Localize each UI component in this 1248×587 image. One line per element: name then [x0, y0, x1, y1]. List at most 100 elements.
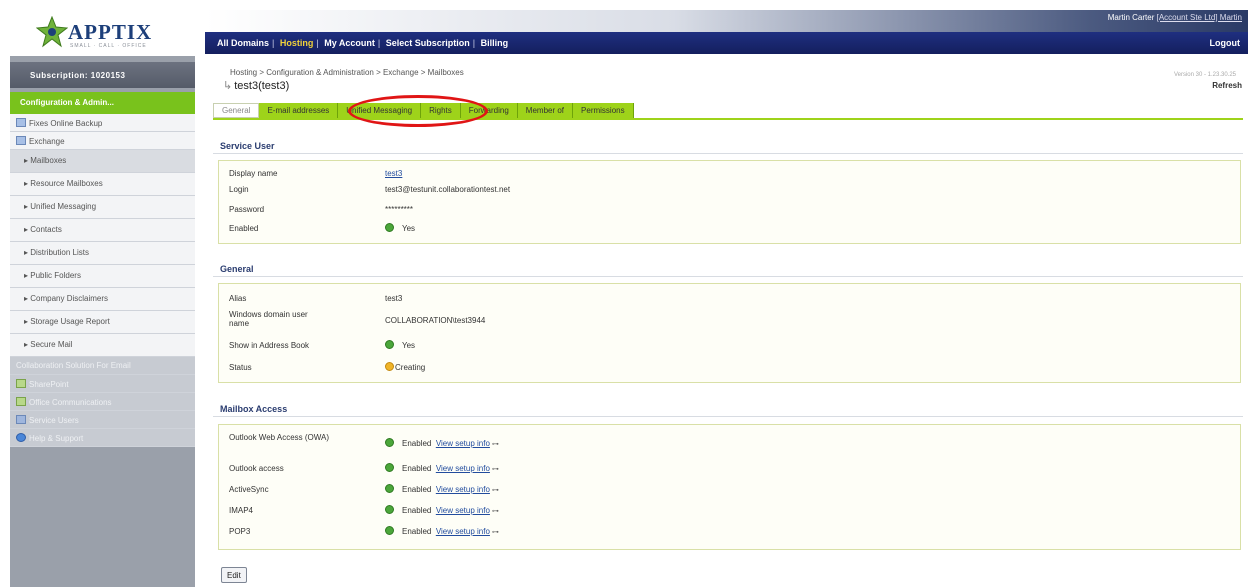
version-label: Version 30 - 1.23.30.25 — [1173, 72, 1236, 78]
subscription-header[interactable]: Subscription: 1020153 — [10, 62, 195, 88]
sidebar-item-storage-usage-report[interactable]: ▸ Storage Usage Report — [10, 311, 195, 334]
brand-tagline: SMALL · CALL · OFFICE — [70, 43, 147, 49]
key-icon: ⊶ — [491, 508, 499, 515]
password-label: Password — [229, 205, 265, 214]
check-circle-icon — [385, 223, 394, 232]
enabled-value: Yes — [385, 223, 415, 233]
enabled-text: Enabled — [402, 485, 432, 494]
sidebar-item-exchange[interactable]: Exchange — [10, 132, 195, 150]
page-title-text: test3(test3) — [234, 80, 290, 92]
clock-icon — [385, 362, 394, 371]
user-info: Martin Carter [Account Ste Ltd] Martin — [1108, 13, 1242, 22]
sharepoint-icon — [16, 379, 26, 388]
sidebar-item-help-support[interactable]: Help & Support — [10, 429, 195, 447]
breadcrumb[interactable]: Hosting > Configuration & Administration… — [230, 68, 464, 77]
section-divider — [213, 276, 1243, 277]
access-label: IMAP4 — [229, 506, 254, 515]
tab-permissions[interactable]: Permissions — [573, 103, 634, 118]
user-name: Martin Carter — [1107, 13, 1155, 22]
backup-icon — [16, 118, 26, 127]
service-user-panel: Display name test3 Login test3@testunit.… — [218, 160, 1241, 244]
enabled-text: Enabled — [402, 527, 432, 536]
sidebar-item-label: Storage Usage Report — [30, 317, 110, 326]
sidebar-item-distribution-lists[interactable]: ▸ Distribution Lists — [10, 242, 195, 265]
sidebar-item-service-users[interactable]: Service Users — [10, 411, 195, 429]
top-navigation: All Domains | Hosting | My Account | Select… — [205, 32, 1248, 54]
access-value: Enabled View setup info ⊶ — [385, 438, 499, 448]
help-icon — [16, 433, 26, 442]
nav-hosting[interactable]: Hosting — [280, 38, 314, 48]
view-setup-info-link[interactable]: View setup info — [436, 439, 490, 448]
account-link[interactable]: [Account Ste Ltd] Martin — [1157, 13, 1242, 22]
enabled-text: Yes — [402, 224, 416, 233]
sidebar-item-label: Help & Support — [29, 434, 84, 443]
access-value: Enabled View setup info ⊶ — [385, 484, 499, 494]
section-title-general: General — [220, 264, 254, 274]
view-setup-info-link[interactable]: View setup info — [436, 527, 490, 536]
users-icon — [16, 415, 26, 424]
access-value: Enabled View setup info ⊶ — [385, 463, 499, 473]
check-circle-icon — [385, 526, 394, 535]
display-name-link[interactable]: test3 — [385, 169, 402, 178]
sidebar-item-label: Contacts — [30, 225, 62, 234]
refresh-link[interactable]: Refresh — [1212, 81, 1242, 90]
star-logo-icon — [36, 16, 68, 48]
nav-billing[interactable]: Billing — [481, 38, 509, 48]
login-value: test3@testunit.collaborationtest.net — [385, 185, 511, 194]
tab-email-addresses[interactable]: E-mail addresses — [259, 103, 339, 118]
sidebar-item-contacts[interactable]: ▸ Contacts — [10, 219, 195, 242]
sidebar-item-sharepoint[interactable]: SharePoint — [10, 375, 195, 393]
sidebar-item-label: Company Disclaimers — [30, 294, 109, 303]
sidebar-item-public-folders[interactable]: ▸ Public Folders — [10, 265, 195, 288]
sidebar-item-label: Mailboxes — [30, 156, 67, 165]
sidebar-item-collaboration[interactable]: Collaboration Solution For Email — [10, 357, 195, 375]
sidebar: Subscription: 1020153 Configuration & Ad… — [10, 56, 195, 587]
title-arrow-icon: ↳ — [223, 80, 233, 92]
sidebar-item-label: Distribution Lists — [30, 248, 89, 257]
sidebar-config-admin[interactable]: Configuration & Admin... — [10, 92, 195, 114]
windows-user-value: COLLABORATION\test3944 — [385, 316, 486, 325]
key-icon: ⊶ — [491, 529, 499, 536]
section-title-service-user: Service User — [220, 141, 275, 151]
login-label: Login — [229, 185, 249, 194]
sidebar-item-online-backup[interactable]: Fixes Online Backup — [10, 114, 195, 132]
key-icon: ⊶ — [491, 441, 499, 448]
nav-select-subscription[interactable]: Select Subscription — [386, 38, 470, 48]
password-value: ********* — [385, 205, 414, 214]
logout-link[interactable]: Logout — [1210, 38, 1241, 48]
highlight-circle-annotation — [348, 95, 488, 127]
sidebar-item-secure-mail[interactable]: ▸ Secure Mail — [10, 334, 195, 357]
show-in-address-book-value: Yes — [385, 340, 415, 350]
view-setup-info-link[interactable]: View setup info — [436, 485, 490, 494]
mailbox-access-panel: Outlook Web Access (OWA) Enabled View se… — [218, 424, 1241, 550]
sidebar-item-unified-messaging[interactable]: ▸ Unified Messaging — [10, 196, 195, 219]
sidebar-item-label: Fixes Online Backup — [29, 119, 103, 128]
show-text: Yes — [402, 341, 416, 350]
sidebar-item-label: Office Communications — [29, 398, 112, 407]
enabled-text: Enabled — [402, 439, 432, 448]
access-value: Enabled View setup info ⊶ — [385, 526, 499, 536]
access-label: Outlook Web Access (OWA) — [229, 433, 330, 442]
sidebar-item-resource-mailboxes[interactable]: ▸ Resource Mailboxes — [10, 173, 195, 196]
sidebar-item-label: Collaboration Solution For Email — [16, 361, 131, 370]
top-strip — [205, 10, 1248, 32]
tab-general[interactable]: General — [213, 103, 260, 118]
view-setup-info-link[interactable]: View setup info — [436, 506, 490, 515]
windows-user-label: Windows domain user name — [229, 310, 308, 328]
sidebar-item-company-disclaimers[interactable]: ▸ Company Disclaimers — [10, 288, 195, 311]
edit-button[interactable]: Edit — [221, 567, 247, 583]
check-circle-icon — [385, 484, 394, 493]
access-label: Outlook access — [229, 464, 284, 473]
check-circle-icon — [385, 340, 394, 349]
sidebar-item-label: Resource Mailboxes — [30, 179, 103, 188]
enabled-text: Enabled — [402, 506, 432, 515]
nav-my-account[interactable]: My Account — [324, 38, 375, 48]
display-name-value: test3 — [385, 169, 402, 178]
tab-member-of[interactable]: Member of — [517, 103, 574, 118]
sidebar-item-mailboxes[interactable]: ▸ Mailboxes — [10, 150, 195, 173]
view-setup-info-link[interactable]: View setup info — [436, 464, 490, 473]
nav-all-domains[interactable]: All Domains — [217, 38, 269, 48]
sidebar-item-office-communications[interactable]: Office Communications — [10, 393, 195, 411]
alias-value: test3 — [385, 294, 403, 303]
section-title-mailbox-access: Mailbox Access — [220, 404, 288, 414]
